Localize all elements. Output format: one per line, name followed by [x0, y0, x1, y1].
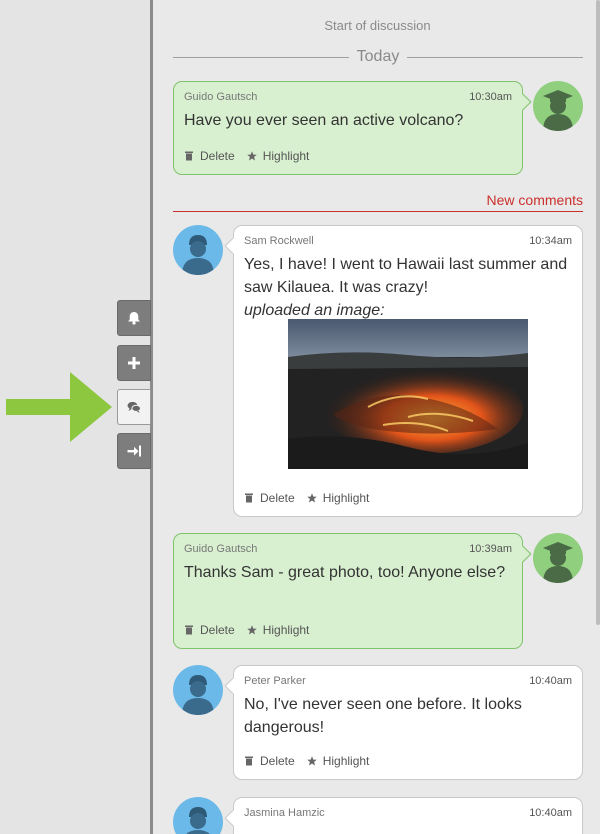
delete-button[interactable]: Delete	[244, 754, 295, 768]
comment-author: Guido Gautsch	[184, 543, 258, 555]
collapse-right-icon	[127, 445, 141, 457]
collapse-panel-button[interactable]	[117, 433, 151, 469]
graduate-avatar-icon	[543, 542, 573, 583]
comment-text: Have you ever seen an active volcano?	[184, 112, 464, 129]
person-avatar-icon	[182, 675, 214, 715]
star-icon	[306, 493, 317, 503]
comments-button[interactable]	[117, 389, 151, 425]
person-avatar-icon	[186, 807, 210, 834]
comment-time: 10:40am	[529, 807, 572, 819]
comment-author: Jasmina Hamzic	[244, 807, 325, 819]
day-label: Today	[356, 48, 400, 65]
arrow-pointer-icon	[6, 372, 112, 442]
person-avatar-icon	[182, 235, 214, 275]
avatar	[173, 225, 223, 275]
lava-photo[interactable]	[288, 319, 528, 469]
comment-author: Peter Parker	[244, 675, 306, 687]
avatar	[533, 81, 583, 131]
avatar	[173, 665, 223, 715]
start-of-discussion-label: Start of discussion	[324, 18, 431, 33]
highlight-button[interactable]: Highlight	[246, 623, 309, 637]
graduate-avatar-icon	[543, 90, 573, 131]
bell-icon	[128, 312, 140, 325]
trash-icon	[245, 493, 253, 503]
comment-author: Guido Gautsch	[184, 91, 258, 103]
comment-bubble: Guido Gautsch 10:39am Thanks Sam - great …	[173, 533, 532, 649]
star-icon	[306, 756, 317, 766]
comment-time: 10:40am	[529, 675, 572, 687]
delete-button[interactable]: Delete	[184, 623, 235, 637]
comment-time: 10:39am	[469, 543, 512, 555]
new-comments-divider: New comments	[173, 192, 583, 212]
avatar	[173, 797, 223, 834]
day-separator: Today	[173, 46, 584, 68]
star-icon	[246, 625, 257, 635]
scrollbar[interactable]	[596, 0, 600, 625]
plus-icon	[128, 357, 140, 369]
trash-icon	[185, 151, 193, 161]
delete-button[interactable]: Delete	[244, 491, 295, 505]
comment-bubble: Sam Rockwell 10:34am Yes, I have! I went …	[224, 225, 583, 517]
comment-text: No, I've never seen one before. It looks…	[244, 696, 522, 736]
highlight-button[interactable]: Highlight	[246, 149, 309, 163]
comment-time: 10:30am	[469, 91, 512, 103]
comments-icon	[127, 401, 141, 413]
comment-time: 10:34am	[529, 235, 572, 247]
avatar	[533, 533, 583, 583]
highlight-button[interactable]: Highlight	[306, 491, 369, 505]
comment-bubble: Jasmina Hamzic 10:40am	[224, 797, 583, 834]
trash-icon	[185, 625, 193, 635]
delete-button[interactable]: Delete	[184, 149, 235, 163]
comment-text: Yes, I have! I went to Hawaii last summe…	[244, 256, 568, 296]
comment-text: Thanks Sam - great photo, too! Anyone el…	[184, 564, 506, 581]
highlight-button[interactable]: Highlight	[306, 754, 369, 768]
notifications-button[interactable]	[117, 300, 151, 336]
trash-icon	[245, 756, 253, 766]
star-icon	[246, 151, 257, 161]
add-button[interactable]	[117, 345, 151, 381]
comment-bubble: Peter Parker 10:40am No, I've never seen …	[224, 665, 583, 780]
comment-author: Sam Rockwell	[244, 235, 314, 247]
comment-bubble: Guido Gautsch 10:30am Have you ever seen …	[173, 81, 532, 175]
